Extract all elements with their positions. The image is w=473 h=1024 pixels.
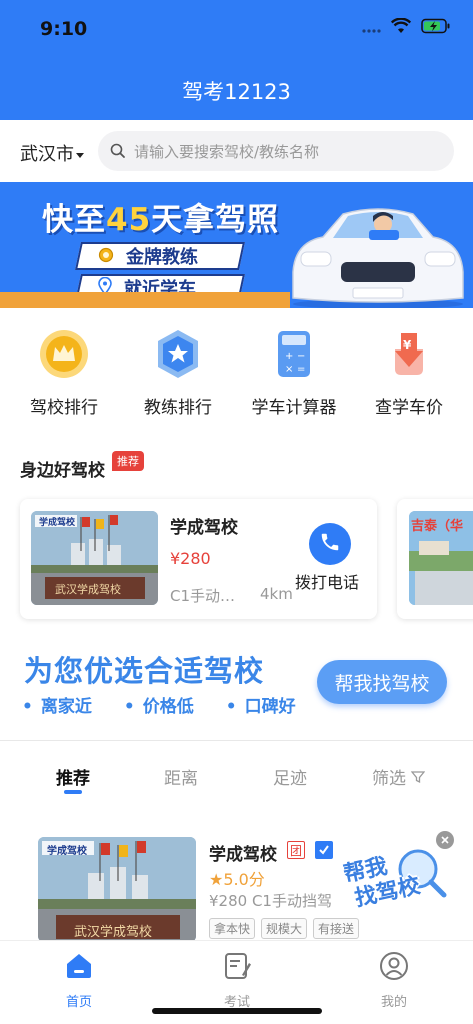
school-photo: 学成驾校 武汉学成驾校 <box>31 511 158 605</box>
tab-exam[interactable]: 考试 <box>192 949 282 1010</box>
school-rating: ★5.0分 <box>209 866 265 890</box>
status-bar: 9:10 <box>0 0 473 60</box>
promo-tag: 离家近 <box>22 692 92 717</box>
quick-action-calculator[interactable]: + − × = 学车计算器 <box>235 325 353 418</box>
promo-title: 为您优选合适驾校 <box>24 654 265 688</box>
car-illustration <box>292 208 464 308</box>
home-indicator <box>152 1008 322 1014</box>
active-tab-indicator <box>64 790 82 794</box>
banner-title-prefix: 快至 <box>42 202 106 238</box>
price-icon: ¥ <box>350 325 468 383</box>
find-school-button[interactable]: 帮我找驾校 <box>317 660 447 704</box>
quick-action-label: 学车计算器 <box>251 398 337 418</box>
divider <box>0 740 473 741</box>
school-sign-text: 武汉学成驾校 <box>74 925 153 940</box>
floating-helper-text: 帮我 找驾校 <box>341 848 422 914</box>
promo-banner[interactable]: 快至45天拿驾照 金牌教练 就近学车 <box>0 182 473 308</box>
banner-title: 快至45天拿驾照 <box>42 194 279 239</box>
verified-icon <box>315 841 333 859</box>
phone-icon <box>319 531 341 557</box>
calculator-icon: + − × = <box>235 325 353 383</box>
page-title: 驾考12123 <box>182 80 291 104</box>
funnel-icon <box>411 769 426 789</box>
user-icon <box>349 949 439 983</box>
crown-icon <box>5 325 123 383</box>
banner-title-highlight: 45 <box>106 202 152 238</box>
promo-tag: 价格低 <box>124 692 194 717</box>
banner-stripe <box>0 292 290 308</box>
svg-text:×: × <box>285 364 293 375</box>
wifi-icon <box>390 17 412 38</box>
nav-bar: 驾考12123 <box>0 60 473 120</box>
call-button[interactable] <box>309 523 351 565</box>
city-label: 武汉市 <box>20 144 74 165</box>
city-selector[interactable]: 武汉市 <box>20 140 84 166</box>
promo-tags: 离家近 价格低 口碑好 <box>22 692 296 717</box>
promo-tag: 口碑好 <box>226 692 296 717</box>
filter-label: 筛选 <box>372 769 406 789</box>
group-buy-badge: 团 <box>287 841 305 859</box>
school-name-partial: 吉泰（华 <box>411 519 464 534</box>
school-logo-text: 学成驾校 <box>47 846 87 857</box>
nearby-school-card[interactable]: 吉泰（华 <box>397 499 473 619</box>
quick-action-label: 查学车价 <box>375 398 443 418</box>
search-icon <box>110 143 126 163</box>
close-icon[interactable] <box>436 831 454 849</box>
banner-feature-label: 金牌教练 <box>126 247 198 268</box>
quick-action-label: 教练排行 <box>144 398 212 418</box>
svg-text:+: + <box>285 351 293 362</box>
filter-tabs: 推荐 距离 足迹 筛选 <box>0 760 473 800</box>
quick-action-school-ranking[interactable]: 驾校排行 <box>5 325 123 418</box>
quick-action-coach-ranking[interactable]: 教练排行 <box>119 325 237 418</box>
banner-feature-gold-coach: 金牌教练 <box>75 242 245 270</box>
recommend-badge: 推荐 <box>112 451 144 471</box>
school-price-info: ¥280 C1手动挡驾 <box>209 892 332 910</box>
search-placeholder: 请输入要搜索驾校/教练名称 <box>134 143 320 161</box>
status-time: 9:10 <box>40 18 88 40</box>
search-input[interactable]: 请输入要搜索驾校/教练名称 <box>98 131 454 171</box>
school-price: ¥280 <box>170 549 211 568</box>
battery-charging-icon <box>421 18 451 38</box>
school-license-type: C1手动… <box>170 587 236 605</box>
cellular-signal-icon <box>361 19 381 38</box>
tab-history[interactable]: 足迹 <box>273 764 307 789</box>
school-tag: 拿本快 <box>209 918 256 939</box>
tab-filter[interactable]: 筛选 <box>372 764 426 789</box>
medal-icon <box>98 245 114 267</box>
quick-action-price-check[interactable]: ¥ 查学车价 <box>350 325 468 418</box>
star-badge-icon <box>119 325 237 383</box>
star-icon: ★ <box>209 870 224 889</box>
svg-text:=: = <box>297 364 305 375</box>
banner-title-suffix: 天拿驾照 <box>151 202 280 238</box>
svg-text:¥: ¥ <box>403 338 412 352</box>
search-row: 武汉市 请输入要搜索驾校/教练名称 <box>0 120 473 182</box>
caret-down-icon <box>76 152 84 158</box>
floating-find-school-helper[interactable]: 帮我 找驾校 <box>336 845 452 929</box>
school-name: 学成驾校 <box>170 518 238 538</box>
find-school-promo: 为您优选合适驾校 离家近 价格低 口碑好 帮我找驾校 <box>0 640 473 736</box>
quick-actions: 驾校排行 教练排行 + − × = 学车计算器 ¥ 查学车价 <box>0 325 473 425</box>
school-distance: 4km <box>260 585 293 603</box>
school-logo-text: 学成驾校 <box>39 518 76 528</box>
tab-home[interactable]: 首页 <box>34 949 124 1010</box>
school-name: 学成驾校 <box>209 845 277 865</box>
exam-notepad-icon <box>192 949 282 983</box>
call-label[interactable]: 拨打电话 <box>295 569 359 593</box>
tab-label: 我的 <box>380 995 407 1010</box>
svg-text:−: − <box>297 351 305 362</box>
tab-label: 首页 <box>65 995 92 1010</box>
nearby-school-card[interactable]: 学成驾校 武汉学成驾校 学成驾校 ¥280 C1手动… 4km 拨打电话 <box>20 499 377 619</box>
rating-value: 5.0分 <box>223 870 265 889</box>
tab-profile[interactable]: 我的 <box>349 949 439 1010</box>
tab-recommend[interactable]: 推荐 <box>56 764 90 789</box>
school-photo: 学成驾校 武汉学成驾校 <box>38 837 196 942</box>
school-tag: 规模大 <box>261 918 308 939</box>
home-icon <box>34 949 124 983</box>
quick-action-label: 驾校排行 <box>30 398 98 418</box>
school-sign-text: 武汉学成驾校 <box>55 583 121 596</box>
section-title: 身边好驾校 <box>20 461 105 481</box>
tab-distance[interactable]: 距离 <box>164 764 198 789</box>
